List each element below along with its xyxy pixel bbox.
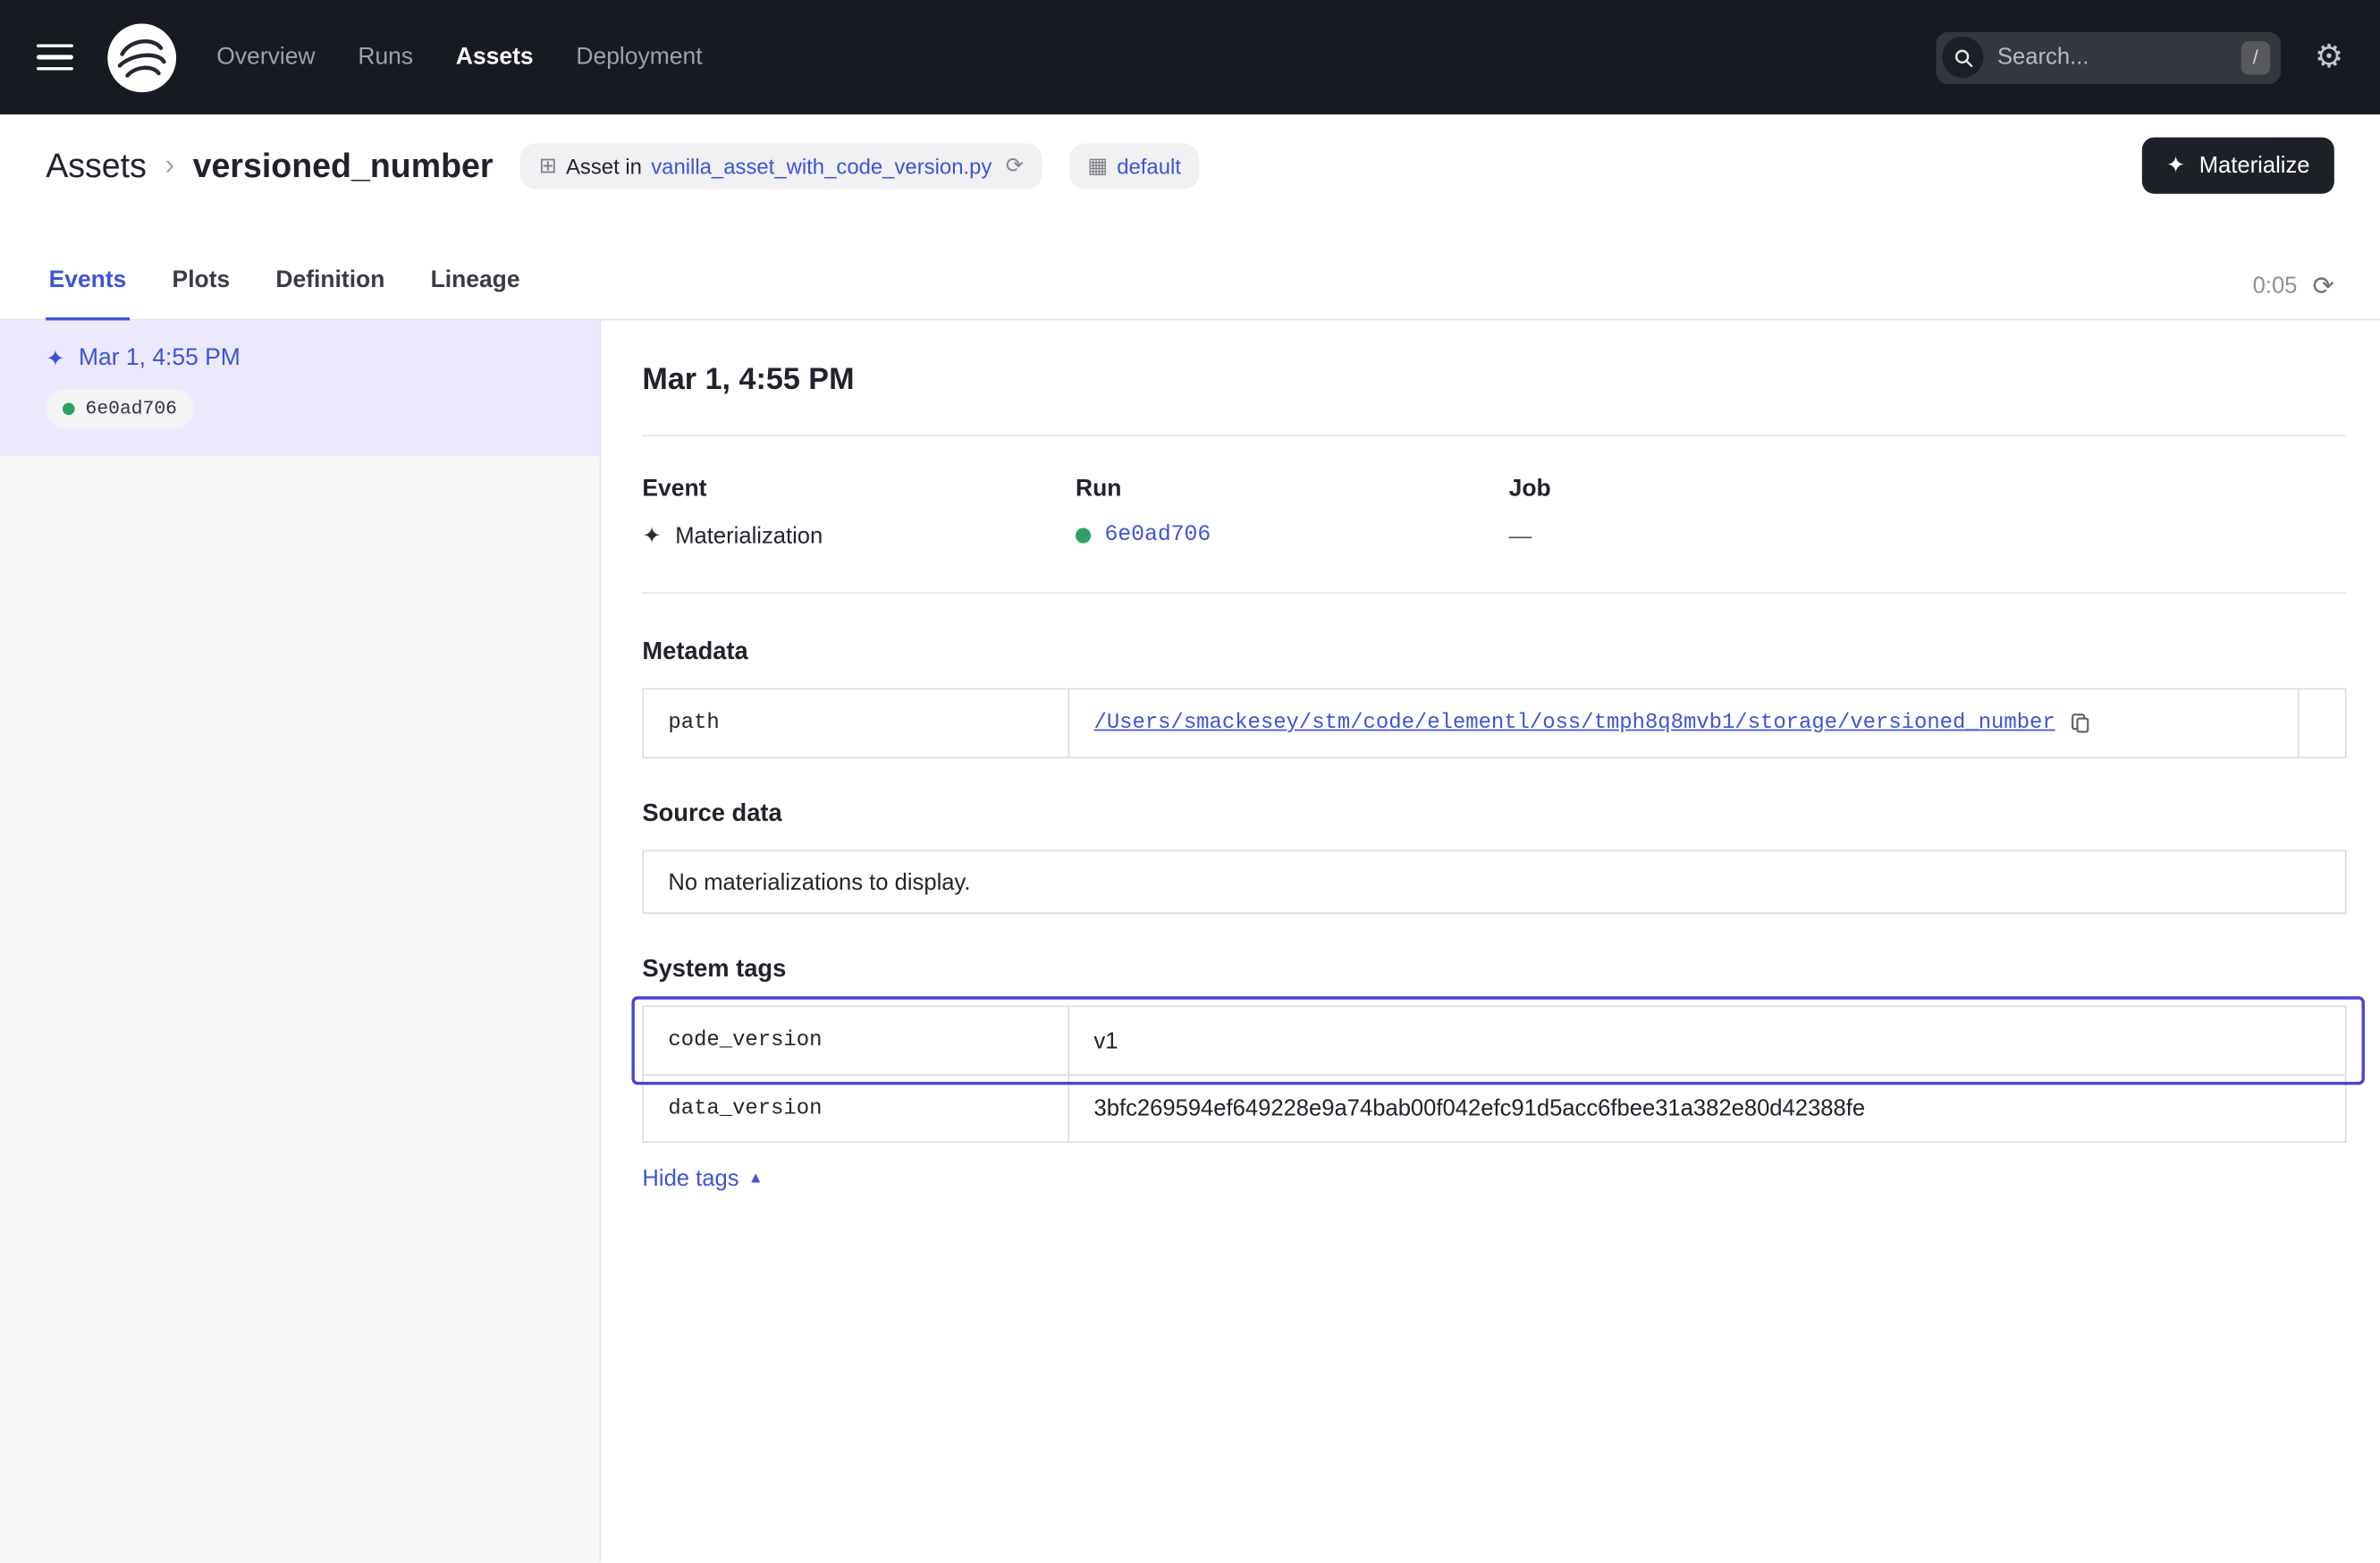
run-status-dot <box>1076 528 1091 543</box>
divider <box>642 435 2346 436</box>
source-data-empty-message: No materializations to display. <box>642 849 2346 914</box>
run-link[interactable]: 6e0ad706 <box>1104 523 1211 547</box>
event-timestamp: Mar 1, 4:55 PM <box>79 345 241 373</box>
refresh-countdown: 0:05 <box>2253 273 2298 299</box>
tag-value: 3bfc269594ef649228e9a74bab00f042efc91d5a… <box>1069 1076 2345 1141</box>
table-icon: ⊞ <box>539 153 557 179</box>
main-area: ✦ Mar 1, 4:55 PM 6e0ad706 Mar 1, 4:55 PM… <box>0 320 2380 1562</box>
top-navbar: Overview Runs Assets Deployment Search..… <box>0 0 2380 114</box>
group-link[interactable]: default <box>1117 153 1181 177</box>
hide-tags-label: Hide tags <box>642 1166 738 1192</box>
search-input[interactable]: Search... / <box>1937 31 2282 83</box>
table-row: path /Users/smackesey/stm/code/elementl/… <box>644 689 2345 756</box>
nav-runs[interactable]: Runs <box>358 44 413 72</box>
event-label: Event <box>642 476 1076 503</box>
metadata-value: /Users/smackesey/stm/code/elementl/oss/t… <box>1069 689 2298 756</box>
reload-code-location-icon[interactable]: ⟳ <box>1006 153 1024 179</box>
materialize-button-label: Materialize <box>2199 153 2310 179</box>
event-type: ✦ Materialization <box>642 523 1076 549</box>
materialize-button[interactable]: ✦ Materialize <box>2142 138 2334 194</box>
tag-value: v1 <box>1069 1007 2345 1074</box>
tag-key: code_version <box>644 1007 1069 1074</box>
grid-icon: ▦ <box>1087 153 1108 179</box>
dagster-logo[interactable] <box>106 22 176 92</box>
materialization-icon: ✦ <box>642 525 661 548</box>
page-header: Assets › versioned_number ⊞ Asset in van… <box>0 114 2380 216</box>
tabs: Events Plots Definition Lineage <box>46 267 523 319</box>
primary-nav: Overview Runs Assets Deployment <box>216 44 702 72</box>
nav-deployment[interactable]: Deployment <box>576 44 702 72</box>
nav-assets[interactable]: Assets <box>456 44 534 72</box>
event-detail-title: Mar 1, 4:55 PM <box>642 363 2346 398</box>
search-icon <box>1943 37 1984 78</box>
event-type-label: Materialization <box>675 523 823 549</box>
divider <box>642 592 2346 594</box>
run-status-dot <box>63 402 75 415</box>
system-tags-heading: System tags <box>642 957 2346 984</box>
tab-definition[interactable]: Definition <box>273 267 388 319</box>
search-shortcut-badge: / <box>2241 40 2270 74</box>
nav-overview[interactable]: Overview <box>216 44 315 72</box>
event-summary: Event ✦ Materialization Run 6e0ad706 Job <box>642 476 2346 549</box>
metadata-heading: Metadata <box>642 639 2346 667</box>
asset-name: versioned_number <box>193 146 494 185</box>
job-label: Job <box>1509 476 1943 503</box>
breadcrumb-assets-link[interactable]: Assets <box>46 146 147 185</box>
search-placeholder: Search... <box>1997 44 2227 70</box>
chevron-right-icon: › <box>165 148 174 182</box>
run-label: Run <box>1076 476 1509 503</box>
app-window: Overview Runs Assets Deployment Search..… <box>0 0 2380 1562</box>
events-sidebar: ✦ Mar 1, 4:55 PM 6e0ad706 <box>0 320 601 1562</box>
event-detail-panel: Mar 1, 4:55 PM Event ✦ Materialization R… <box>601 320 2380 1562</box>
system-tags-table: code_version v1 data_version 3bfc269594e… <box>642 1006 2346 1144</box>
settings-gear-icon[interactable]: ⚙ <box>2315 41 2343 73</box>
tab-events[interactable]: Events <box>46 267 130 319</box>
job-value: — <box>1509 523 1943 549</box>
run-id-label: 6e0ad706 <box>86 398 177 419</box>
caret-up-icon: ▲ <box>748 1171 764 1187</box>
copy-icon[interactable] <box>2069 711 2092 735</box>
run-id-tag[interactable]: 6e0ad706 <box>46 389 194 428</box>
job-column: Job — <box>1509 476 1943 549</box>
metadata-key: path <box>644 689 1069 756</box>
tag-value-text: v1 <box>1093 1027 1118 1053</box>
event-list-item-header: ✦ Mar 1, 4:55 PM <box>46 345 569 373</box>
metadata-table: path /Users/smackesey/stm/code/elementl/… <box>642 689 2346 758</box>
run-value-row: 6e0ad706 <box>1076 523 1509 547</box>
run-column: Run 6e0ad706 <box>1076 476 1509 549</box>
menu-icon[interactable] <box>37 44 73 71</box>
tab-plots[interactable]: Plots <box>169 267 233 319</box>
refresh-icon[interactable]: ⟳ <box>2312 273 2334 299</box>
breadcrumb: Assets › versioned_number <box>46 146 493 185</box>
asset-file-link[interactable]: vanilla_asset_with_code_version.py <box>651 153 992 177</box>
event-column: Event ✦ Materialization <box>642 476 1076 549</box>
tag-value-text: 3bfc269594ef649228e9a74bab00f042efc91d5a… <box>1093 1095 1865 1121</box>
tabs-bar: Events Plots Definition Lineage 0:05 ⟳ <box>0 216 2380 320</box>
table-row-end-cell <box>2298 689 2345 756</box>
tag-key: data_version <box>644 1076 1069 1141</box>
tab-lineage[interactable]: Lineage <box>427 267 523 319</box>
sparkle-icon: ✦ <box>2166 154 2185 177</box>
table-row-data-version: data_version 3bfc269594ef649228e9a74bab0… <box>644 1074 2345 1141</box>
asset-origin-badge: ⊞ Asset in vanilla_asset_with_code_versi… <box>520 143 1042 189</box>
materialization-icon: ✦ <box>46 347 64 370</box>
event-list-item[interactable]: ✦ Mar 1, 4:55 PM 6e0ad706 <box>0 320 600 456</box>
path-link[interactable]: /Users/smackesey/stm/code/elementl/oss/t… <box>1093 711 2055 735</box>
hide-tags-link[interactable]: Hide tags ▲ <box>642 1166 763 1192</box>
source-data-heading: Source data <box>642 801 2346 829</box>
asset-origin-prefix: Asset in <box>566 153 642 177</box>
refresh-controls: 0:05 ⟳ <box>2253 273 2334 318</box>
table-row-code-version: code_version v1 <box>644 1007 2345 1074</box>
asset-group-badge: ▦ default <box>1069 143 1200 189</box>
